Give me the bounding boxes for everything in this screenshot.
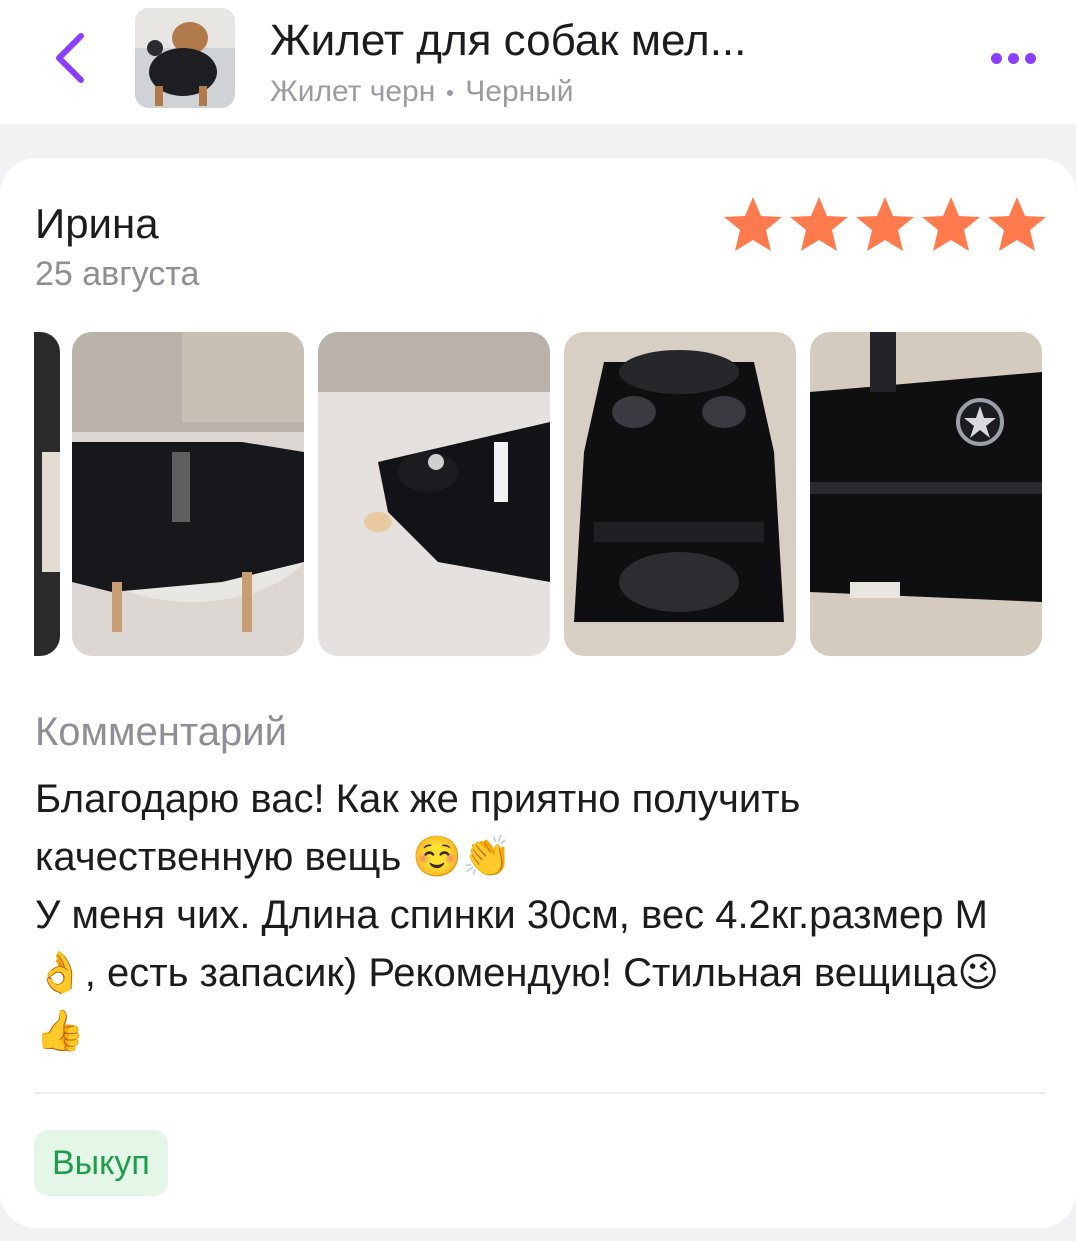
product-title[interactable]: Жилет для собак мел...	[270, 14, 910, 68]
star-icon	[856, 197, 914, 251]
star-icon	[724, 197, 782, 251]
star-icon	[922, 197, 980, 251]
variant-name: Жилет черн	[270, 75, 436, 108]
product-variant: Жилет черн Черный	[270, 72, 574, 112]
review-photo[interactable]	[72, 332, 304, 656]
more-dots-icon	[1024, 52, 1036, 64]
product-thumbnail[interactable]	[135, 8, 235, 108]
review-page: Жилет для собак мел... Жилет черн Черный …	[0, 0, 1076, 1241]
review-photo[interactable]	[564, 332, 796, 656]
chevron-left-icon	[56, 33, 84, 83]
review-photo[interactable]	[810, 332, 1042, 656]
review-photo[interactable]	[34, 332, 60, 656]
more-button[interactable]	[980, 40, 1046, 76]
product-header: Жилет для собак мел... Жилет черн Черный	[0, 0, 1076, 124]
review-card: Ирина 25 августа Комментарий Благодарю в…	[0, 158, 1076, 1228]
review-date: 25 августа	[35, 255, 200, 293]
comment-text: Благодарю вас! Как же приятно получить к…	[35, 777, 1000, 1053]
variant-color: Черный	[465, 75, 574, 108]
star-icon	[790, 197, 848, 251]
comment-label: Комментарий	[35, 710, 287, 754]
purchase-badge: Выкуп	[34, 1130, 168, 1196]
review-photos[interactable]	[34, 332, 1046, 656]
star-icon	[988, 197, 1046, 251]
more-dots-icon	[990, 52, 1002, 64]
more-dots-icon	[1007, 52, 1019, 64]
rating-stars	[720, 194, 1050, 254]
divider	[34, 1092, 1046, 1094]
back-button[interactable]	[44, 26, 94, 90]
separator-dot	[447, 90, 454, 97]
review-author: Ирина	[35, 200, 159, 247]
review-photo[interactable]	[318, 332, 550, 656]
